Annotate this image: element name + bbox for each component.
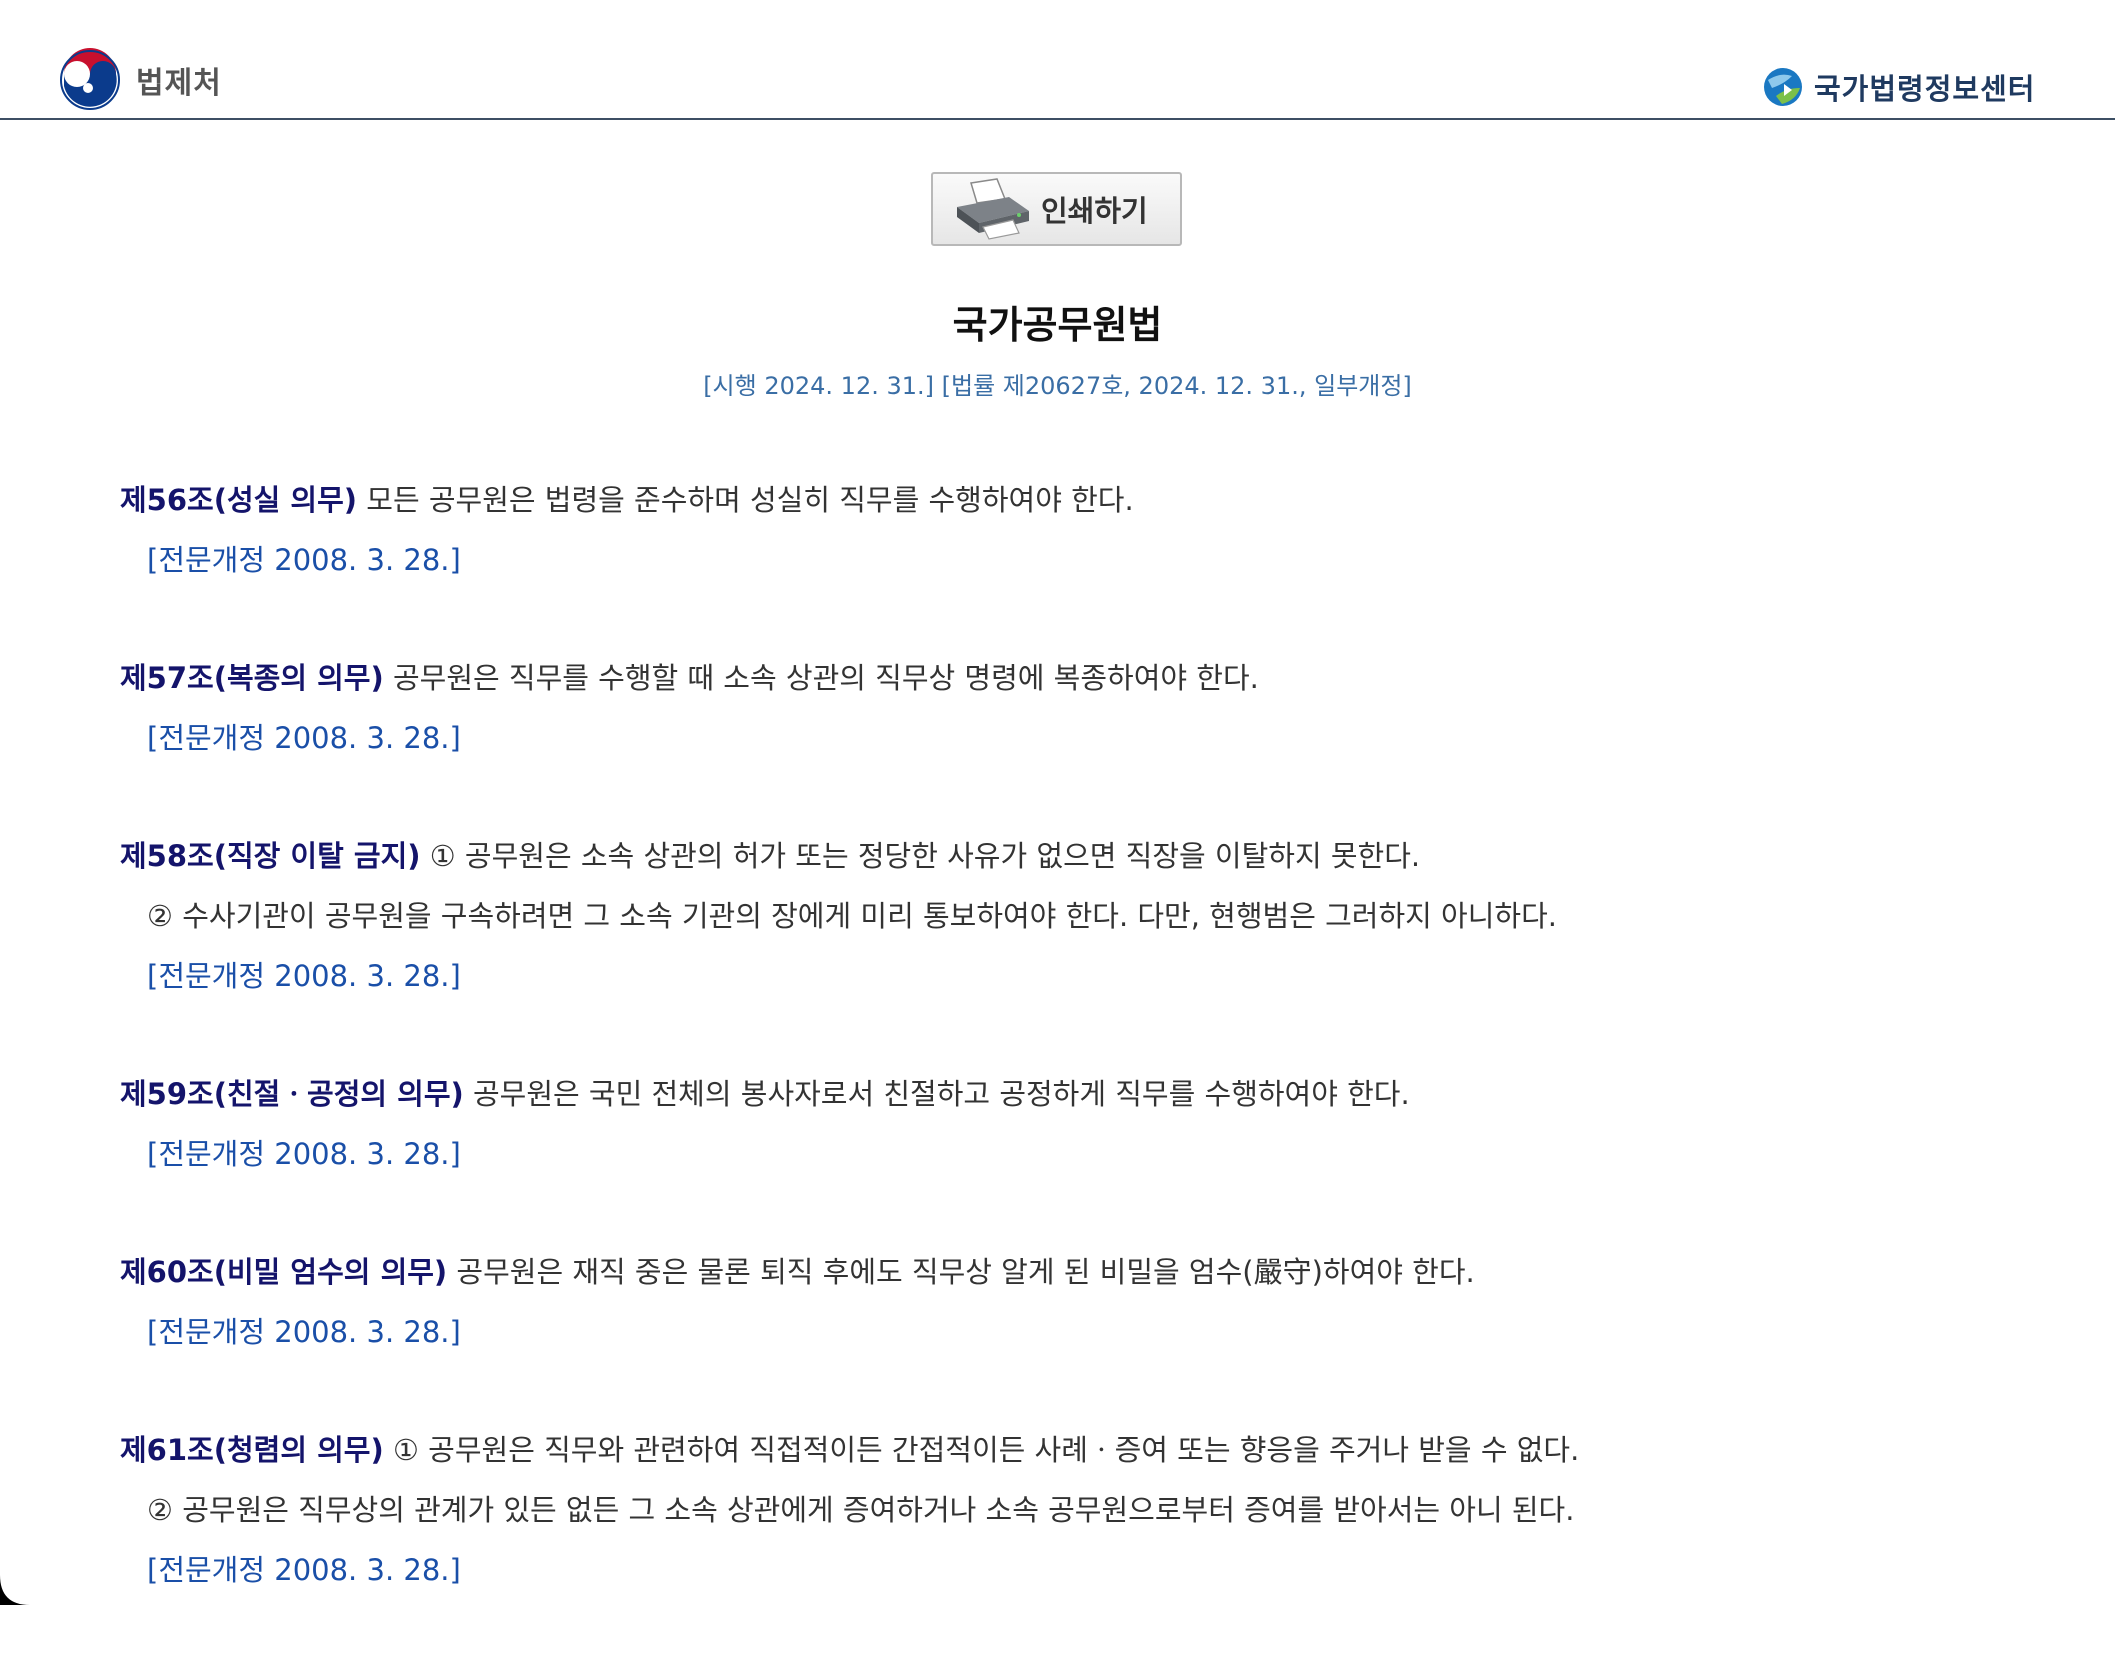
law-enforcement-info: [시행 2024. 12. 31.] [법률 제20627호, 2024. 12… [703, 372, 1412, 400]
taegeuk-emblem-icon [60, 48, 120, 110]
article-heading: 제59조(친절ㆍ공정의 의무) [120, 1077, 464, 1111]
window-corner [0, 1575, 30, 1605]
article-body: ① 공무원은 직무와 관련하여 직접적이든 간접적이든 사례ㆍ증여 또는 향응을… [392, 1433, 1580, 1467]
amendment-note: [전문개정 2008. 3. 28.] [147, 1315, 461, 1349]
article-body: ① 공무원은 소속 상관의 허가 또는 정당한 사유가 없으면 직장을 이탈하지… [429, 839, 1421, 873]
article-text: 제57조(복종의 의무) 공무원은 직무를 수행할 때 소속 상관의 직무상 명… [120, 648, 2020, 708]
article-58: 제58조(직장 이탈 금지) ① 공무원은 소속 상관의 허가 또는 정당한 사… [120, 826, 2020, 1006]
article-paragraph-2: ② 수사기관이 공무원을 구속하려면 그 소속 기관의 장에게 미리 통보하여야… [147, 899, 1557, 933]
header: 법제처 국가법령정보센터 [0, 0, 2115, 120]
article-text: 제56조(성실 의무) 모든 공무원은 법령을 준수하며 성실히 직무를 수행하… [120, 470, 2020, 530]
article-59: 제59조(친절ㆍ공정의 의무) 공무원은 국민 전체의 봉사자로서 친절하고 공… [120, 1064, 2020, 1184]
article-56: 제56조(성실 의무) 모든 공무원은 법령을 준수하며 성실히 직무를 수행하… [120, 470, 2020, 590]
article-body: 공무원은 재직 중은 물론 퇴직 후에도 직무상 알게 된 비밀을 엄수(嚴守)… [456, 1255, 1475, 1289]
article-heading: 제58조(직장 이탈 금지) [120, 839, 421, 873]
printer-icon [957, 178, 1029, 240]
print-button-label: 인쇄하기 [1041, 194, 1148, 228]
moleg-name: 법제처 [136, 66, 222, 101]
article-body: 모든 공무원은 법령을 준수하며 성실히 직무를 수행하여야 한다. [366, 483, 1134, 517]
law-title: 국가공무원법 [952, 303, 1163, 347]
amendment-note: [전문개정 2008. 3. 28.] [147, 959, 461, 993]
moleg-logo[interactable]: 법제처 [58, 48, 222, 112]
globe-icon [1764, 68, 1802, 106]
article-61: 제61조(청렴의 의무) ① 공무원은 직무와 관련하여 직접적이든 간접적이든… [120, 1420, 2020, 1600]
amendment-note: [전문개정 2008. 3. 28.] [147, 721, 461, 755]
article-heading: 제56조(성실 의무) [120, 483, 358, 517]
article-heading: 제61조(청렴의 의무) [120, 1433, 384, 1467]
article-body: 공무원은 직무를 수행할 때 소속 상관의 직무상 명령에 복종하여야 한다. [392, 661, 1259, 695]
article-body: 공무원은 국민 전체의 봉사자로서 친절하고 공정하게 직무를 수행하여야 한다… [472, 1077, 1410, 1111]
article-text: 제60조(비밀 엄수의 의무) 공무원은 재직 중은 물론 퇴직 후에도 직무상… [120, 1242, 2020, 1302]
article-text: 제58조(직장 이탈 금지) ① 공무원은 소속 상관의 허가 또는 정당한 사… [120, 826, 2020, 886]
article-57: 제57조(복종의 의무) 공무원은 직무를 수행할 때 소속 상관의 직무상 명… [120, 648, 2020, 768]
article-paragraph-2: ② 공무원은 직무상의 관계가 있든 없든 그 소속 상관에게 증여하거나 소속… [147, 1493, 1575, 1527]
article-text: 제61조(청렴의 의무) ① 공무원은 직무와 관련하여 직접적이든 간접적이든… [120, 1420, 2020, 1480]
amendment-note: [전문개정 2008. 3. 28.] [147, 1553, 461, 1587]
article-heading: 제60조(비밀 엄수의 의무) [120, 1255, 448, 1289]
article-list: 제56조(성실 의무) 모든 공무원은 법령을 준수하며 성실히 직무를 수행하… [120, 470, 2020, 1658]
article-heading: 제57조(복종의 의무) [120, 661, 384, 695]
amendment-note: [전문개정 2008. 3. 28.] [147, 1137, 461, 1171]
print-button[interactable]: 인쇄하기 [931, 172, 1182, 246]
nlic-name: 국가법령정보센터 [1814, 72, 2036, 106]
article-60: 제60조(비밀 엄수의 의무) 공무원은 재직 중은 물론 퇴직 후에도 직무상… [120, 1242, 2020, 1362]
article-text: 제59조(친절ㆍ공정의 의무) 공무원은 국민 전체의 봉사자로서 친절하고 공… [120, 1064, 2020, 1124]
amendment-note: [전문개정 2008. 3. 28.] [147, 543, 461, 577]
nlic-logo[interactable]: 국가법령정보센터 [1762, 66, 2035, 108]
